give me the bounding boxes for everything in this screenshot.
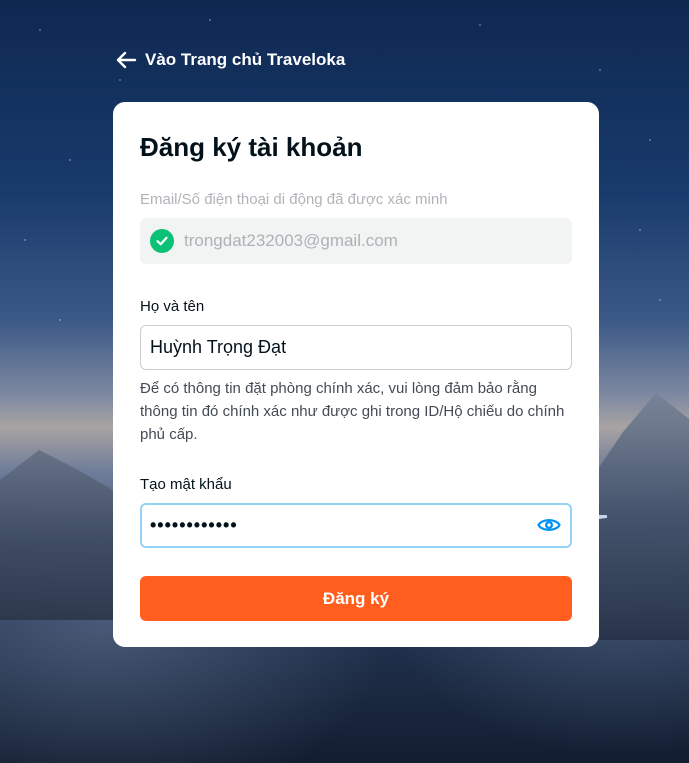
background-mountain-left [0,450,130,620]
page-title: Đăng ký tài khoản [140,132,363,162]
password-label: Tạo mật khẩu [140,476,232,493]
verified-contact-field: trongdat232003@gmail.com [140,218,572,264]
check-circle-icon [150,229,174,253]
full-name-input[interactable] [140,325,572,370]
eye-icon[interactable] [537,515,561,540]
arrow-left-icon [116,51,137,69]
full-name-label: Họ và tên [140,298,205,315]
signup-submit-button[interactable]: Đăng ký [140,576,572,621]
back-to-home-link[interactable]: Vào Trang chủ Traveloka [115,50,345,70]
full-name-hint: Để có thông tin đặt phòng chính xác, vui… [140,380,565,443]
signup-card: Đăng ký tài khoản Email/Số điện thoại di… [113,102,599,647]
verified-email-value: trongdat232003@gmail.com [184,231,398,250]
password-input[interactable]: •••••••••••• [140,503,572,548]
verified-contact-label: Email/Số điện thoại di động đã được xác … [140,191,448,208]
password-masked-value: •••••••••••• [150,515,238,535]
back-link-label: Vào Trang chủ Traveloka [145,50,346,69]
